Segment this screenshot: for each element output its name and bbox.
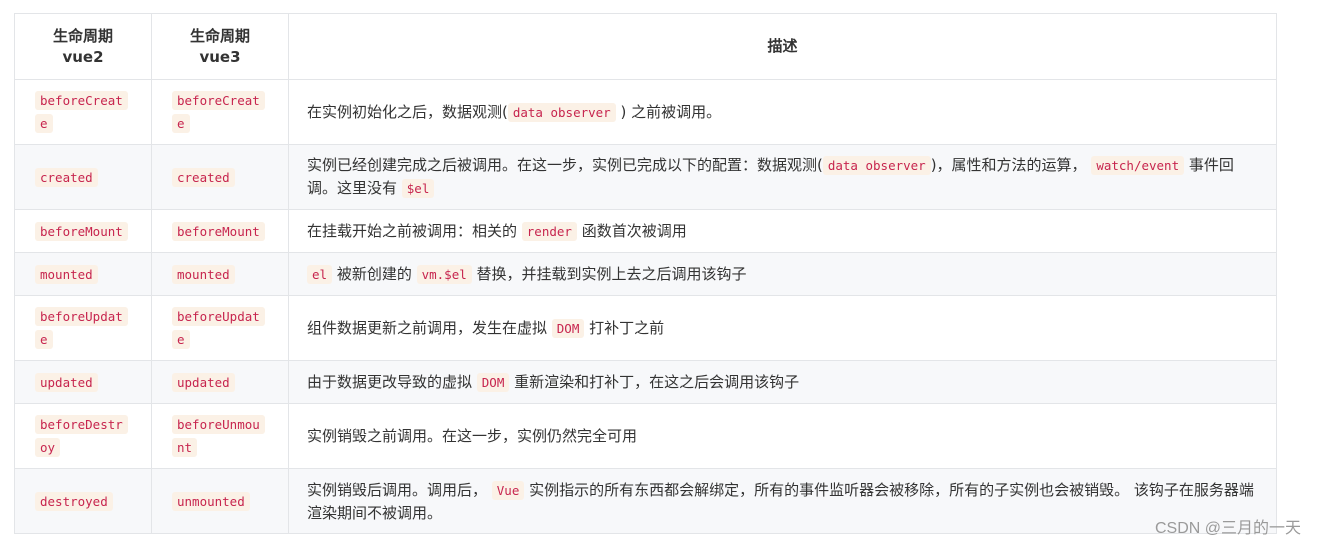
hook-name-vue3: beforeUpdate [172, 307, 265, 349]
inline-code: data observer [507, 102, 616, 122]
hook-cell-vue3: mounted [151, 252, 289, 296]
header-description: 描述 [288, 13, 1277, 80]
description-cell: 组件数据更新之前调用，发生在虚拟 DOM 打补丁之前 [288, 295, 1277, 361]
hook-name-vue3: updated [172, 372, 235, 392]
table-row: beforeUpdate beforeUpdate 组件数据更新之前调用，发生在虚拟… [14, 295, 1277, 361]
inline-code: DOM [476, 372, 510, 392]
table-row: updated updated 由于数据更改导致的虚拟 DOM 重新渲染和打补丁，在… [14, 360, 1277, 404]
hook-name-vue2: beforeUpdate [35, 307, 128, 349]
table-row: destroyed unmounted 实例销毁后调用。调用后， Vue 实例指示的… [14, 468, 1277, 534]
hook-name-vue2: created [35, 167, 98, 187]
hook-name-vue2: beforeCreate [35, 91, 128, 133]
hook-name-vue3: unmounted [172, 491, 250, 511]
hook-cell-vue2: updated [14, 360, 152, 404]
header-vue2: 生命周期 vue2 [14, 13, 152, 80]
inline-code: Vue [491, 480, 525, 500]
description-text: 由于数据更改导致的虚拟 [307, 372, 477, 391]
inline-code: watch/event [1091, 156, 1185, 175]
hook-cell-vue3: created [151, 144, 289, 210]
lifecycle-table: 生命周期 vue2 生命周期 vue3 描述 beforeCreate befor… [14, 13, 1277, 534]
header-vue3-line2: vue3 [199, 47, 241, 66]
hook-name-vue2: beforeMount [35, 221, 128, 241]
header-vue2-line2: vue2 [62, 47, 104, 66]
header-vue2-line1: 生命周期 [52, 26, 113, 45]
hook-cell-vue2: destroyed [14, 468, 152, 534]
table-row: created created 实例已经创建完成之后被调用。在这一步，实例已完成以下… [14, 144, 1277, 210]
hook-cell-vue2: mounted [14, 252, 152, 296]
hook-name-vue2: destroyed [35, 491, 113, 511]
hook-name-vue2: beforeDestroy [35, 415, 128, 457]
table-row: beforeMount beforeMount 在挂载开始之前被调用：相关的 ren… [14, 209, 1277, 253]
description-text: 函数首次被调用 [576, 221, 687, 240]
description-cell: 在实例初始化之后，数据观测(data observer ) 之前被调用。 [288, 79, 1277, 145]
description-text: 被新创建的 [332, 264, 417, 283]
hook-cell-vue3: updated [151, 360, 289, 404]
description-cell: 在挂载开始之前被调用：相关的 render 函数首次被调用 [288, 209, 1277, 253]
description-text: 在挂载开始之前被调用：相关的 [307, 221, 522, 240]
hook-name-vue3: mounted [172, 264, 235, 284]
description-text: 重新渲染和打补丁，在这之后会调用该钩子 [509, 372, 800, 391]
description-text: 实例已经创建完成之后被调用。在这一步，实例已完成以下的配置：数据观测( [307, 156, 823, 174]
inline-code: vm.$el [416, 264, 472, 284]
hook-name-vue2: updated [35, 372, 98, 392]
hook-name-vue3: beforeCreate [172, 91, 265, 133]
hook-cell-vue3: unmounted [151, 468, 289, 534]
description-text: )，属性和方法的运算， [930, 156, 1092, 174]
hook-cell-vue3: beforeUpdate [151, 295, 289, 361]
hook-cell-vue3: beforeUnmount [151, 403, 289, 469]
table-body: beforeCreate beforeCreate 在实例初始化之后，数据观测(da… [14, 79, 1277, 534]
hook-name-vue3: beforeUnmount [172, 415, 265, 457]
watermark: CSDN @三月的一天 [1154, 520, 1301, 537]
description-cell: 实例销毁后调用。调用后， Vue 实例指示的所有东西都会解绑定，所有的事件监听器… [288, 468, 1277, 534]
description-cell: el 被新创建的 vm.$el 替换，并挂载到实例上去之后调用该钩子 [288, 252, 1277, 296]
header-vue3-line1: 生命周期 [189, 26, 250, 45]
inline-code: DOM [551, 318, 585, 338]
table-row: beforeCreate beforeCreate 在实例初始化之后，数据观测(da… [14, 79, 1277, 145]
description-text: 在实例初始化之后，数据观测( [307, 102, 508, 121]
hook-cell-vue3: beforeCreate [151, 79, 289, 145]
hook-cell-vue2: beforeUpdate [14, 295, 152, 361]
description-text: ) 之前被调用。 [615, 102, 722, 121]
description-text: 组件数据更新之前调用，发生在虚拟 [307, 318, 552, 337]
table-row: mounted mounted el 被新创建的 vm.$el 替换，并挂载到实例上… [14, 252, 1277, 296]
description-cell: 实例已经创建完成之后被调用。在这一步，实例已完成以下的配置：数据观测(data … [288, 144, 1277, 210]
table-row: beforeDestroy beforeUnmount 实例销毁之前调用。在这一步，… [14, 403, 1277, 469]
hook-cell-vue2: beforeMount [14, 209, 152, 253]
description-cell: 实例销毁之前调用。在这一步，实例仍然完全可用 [288, 403, 1277, 469]
table-header-row: 生命周期 vue2 生命周期 vue3 描述 [14, 13, 1277, 80]
hook-name-vue3: beforeMount [172, 221, 265, 241]
description-text: 打补丁之前 [584, 318, 665, 337]
hook-cell-vue2: beforeDestroy [14, 403, 152, 469]
hook-cell-vue2: created [14, 144, 152, 210]
header-vue3: 生命周期 vue3 [151, 13, 289, 80]
inline-code: data observer [822, 156, 931, 175]
inline-code: render [521, 221, 577, 241]
inline-code: $el [401, 179, 435, 198]
hook-cell-vue3: beforeMount [151, 209, 289, 253]
hook-cell-vue2: beforeCreate [14, 79, 152, 145]
hook-name-vue3: created [172, 167, 235, 187]
description-cell: 由于数据更改导致的虚拟 DOM 重新渲染和打补丁，在这之后会调用该钩子 [288, 360, 1277, 404]
hook-name-vue2: mounted [35, 264, 98, 284]
description-text: 实例销毁之前调用。在这一步，实例仍然完全可用 [307, 427, 638, 445]
inline-code: el [307, 264, 333, 284]
description-text: 实例销毁后调用。调用后， [307, 480, 492, 499]
description-text: 替换，并挂载到实例上去之后调用该钩子 [471, 264, 747, 283]
